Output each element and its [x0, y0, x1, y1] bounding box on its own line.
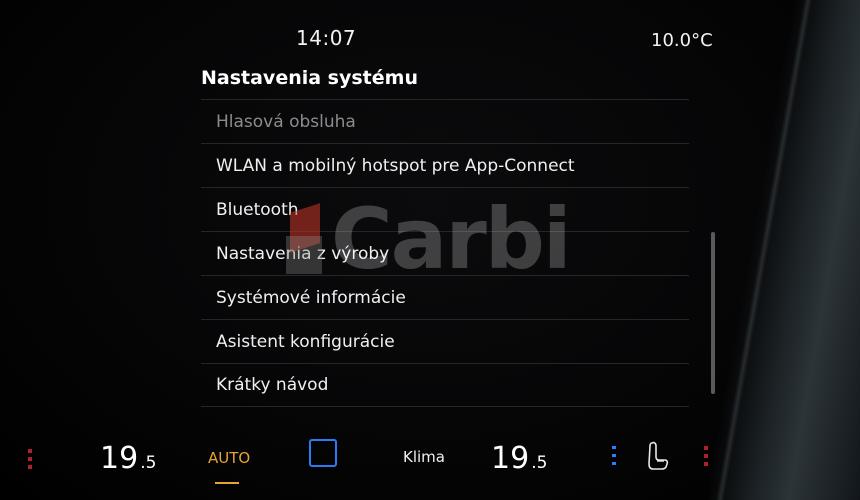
list-item-system-info[interactable]: Systémové informácie: [201, 275, 689, 319]
left-temp-int: 19: [100, 441, 139, 476]
list-item-factory-settings[interactable]: Nastavenia z výroby: [201, 231, 689, 275]
list-scrollbar[interactable]: [711, 232, 715, 394]
auto-button[interactable]: AUTO: [208, 449, 250, 467]
left-temp-dec: .5: [140, 453, 157, 473]
right-temp-int: 19: [491, 441, 530, 476]
list-item-voice-control[interactable]: Hlasová obsluha: [201, 99, 689, 143]
list-item-wlan-hotspot[interactable]: WLAN a mobilný hotspot pre App-Connect: [201, 143, 689, 187]
left-temperature[interactable]: 19.5: [100, 441, 156, 476]
right-temperature[interactable]: 19.5: [491, 441, 547, 476]
right-temp-dec: .5: [531, 453, 548, 473]
list-item-bluetooth[interactable]: Bluetooth: [201, 187, 689, 231]
right-seat-heat-indicator[interactable]: [704, 446, 708, 470]
outside-temperature: 10.0°C: [651, 30, 713, 51]
settings-list: Hlasová obsluha WLAN a mobilný hotspot p…: [201, 99, 689, 407]
seat-ventilation-indicator[interactable]: [612, 446, 616, 470]
list-item-quick-guide[interactable]: Krátky návod: [201, 363, 689, 407]
klima-button[interactable]: Klima: [403, 448, 445, 466]
list-item-config-assistant[interactable]: Asistent konfigurácie: [201, 319, 689, 363]
auto-active-indicator: [215, 482, 239, 484]
clock: 14:07: [296, 26, 357, 50]
seat-icon[interactable]: [645, 440, 671, 472]
page-title: Nastavenia systému: [201, 67, 418, 89]
left-seat-heat-indicator[interactable]: [28, 449, 32, 473]
sync-square-icon[interactable]: [309, 439, 337, 467]
